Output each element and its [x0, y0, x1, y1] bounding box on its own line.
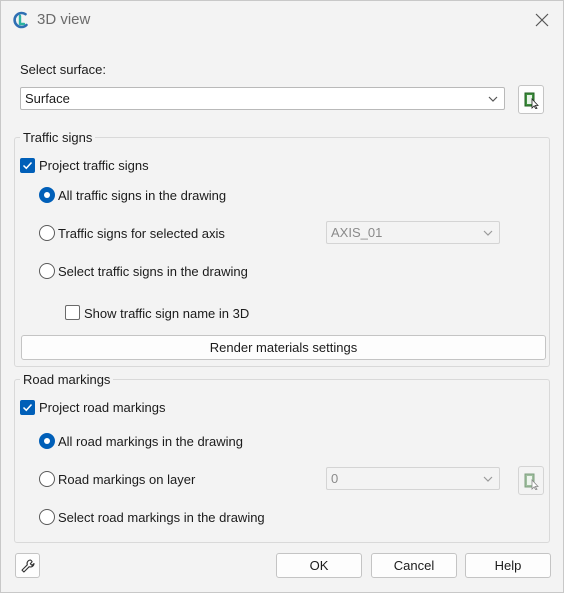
- title-bar: 3D view: [1, 1, 563, 39]
- axis-value: AXIS_01: [331, 225, 383, 240]
- road-markings-layer-radio[interactable]: [39, 471, 55, 487]
- project-traffic-signs-checkbox[interactable]: [20, 158, 35, 173]
- render-materials-button[interactable]: Render materials settings: [21, 335, 546, 360]
- help-button[interactable]: Help: [465, 553, 551, 578]
- traffic-signs-all-label[interactable]: All traffic signs in the drawing: [58, 188, 226, 203]
- traffic-signs-select-label[interactable]: Select traffic signs in the drawing: [58, 264, 248, 279]
- pick-surface-button[interactable]: [518, 85, 544, 114]
- show-sign-name-checkbox[interactable]: [65, 305, 80, 320]
- surface-dropdown[interactable]: Surface: [20, 87, 505, 110]
- project-road-markings-label[interactable]: Project road markings: [39, 400, 165, 415]
- pick-from-drawing-icon: [524, 473, 539, 490]
- chevron-down-icon: [488, 96, 498, 102]
- project-traffic-signs-label[interactable]: Project traffic signs: [39, 158, 149, 173]
- traffic-signs-axis-radio[interactable]: [39, 225, 55, 241]
- surface-label: Select surface:: [20, 62, 106, 77]
- project-road-markings-checkbox[interactable]: [20, 400, 35, 415]
- close-icon: [535, 13, 549, 27]
- traffic-signs-all-radio[interactable]: [39, 187, 55, 203]
- show-sign-name-label[interactable]: Show traffic sign name in 3D: [84, 306, 249, 321]
- checkmark-icon: [22, 403, 33, 412]
- checkmark-icon: [22, 161, 33, 170]
- chevron-down-icon: [483, 476, 493, 482]
- app-logo-icon: [11, 10, 31, 30]
- pick-layer-button[interactable]: [518, 466, 544, 495]
- cancel-button[interactable]: Cancel: [371, 553, 457, 578]
- window-title: 3D view: [37, 11, 91, 28]
- road-markings-select-radio[interactable]: [39, 509, 55, 525]
- layer-dropdown[interactable]: 0: [326, 467, 500, 490]
- surface-value: Surface: [25, 91, 70, 106]
- road-markings-all-label[interactable]: All road markings in the drawing: [58, 434, 243, 449]
- ok-button[interactable]: OK: [276, 553, 362, 578]
- close-button[interactable]: [527, 7, 557, 33]
- road-markings-select-label[interactable]: Select road markings in the drawing: [58, 510, 265, 525]
- road-markings-layer-label[interactable]: Road markings on layer: [58, 472, 195, 487]
- settings-button[interactable]: [15, 553, 40, 578]
- traffic-signs-axis-label[interactable]: Traffic signs for selected axis: [58, 226, 225, 241]
- road-markings-group-title: Road markings: [20, 372, 114, 387]
- chevron-down-icon: [483, 230, 493, 236]
- road-markings-all-radio[interactable]: [39, 433, 55, 449]
- pick-from-drawing-icon: [524, 92, 539, 109]
- traffic-signs-select-radio[interactable]: [39, 263, 55, 279]
- dialog-window: 3D view Select surface: Surface Traffic …: [0, 0, 564, 593]
- layer-value: 0: [331, 471, 339, 486]
- axis-dropdown[interactable]: AXIS_01: [326, 221, 500, 244]
- traffic-signs-group-title: Traffic signs: [20, 130, 96, 145]
- wrench-icon: [20, 558, 35, 573]
